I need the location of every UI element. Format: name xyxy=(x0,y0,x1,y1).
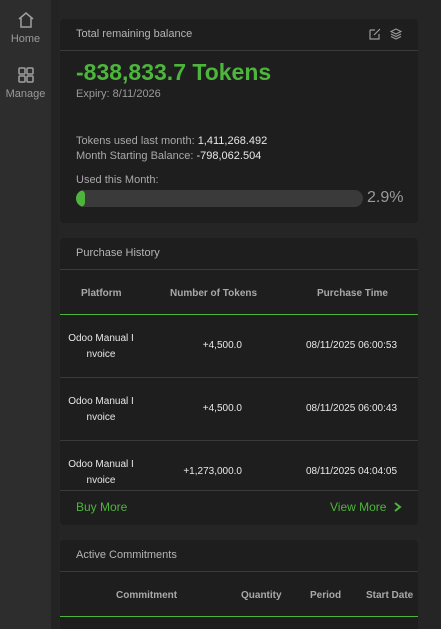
usage-progress-bar xyxy=(76,190,363,207)
starting-balance-value: -798,062.504 xyxy=(196,150,262,162)
chevron-right-icon xyxy=(394,502,402,512)
view-more-link[interactable]: View More xyxy=(330,500,402,514)
sidebar-divider xyxy=(51,0,59,629)
nav-home-label: Home xyxy=(10,33,41,45)
nav-manage-label: Manage xyxy=(5,88,46,100)
table-row[interactable]: Odoo Manual Invoice +4,500.0 08/11/2025 … xyxy=(60,315,418,378)
nav-home[interactable]: Home xyxy=(0,11,51,45)
view-more-label: View More xyxy=(330,500,387,514)
usage-progress-fill xyxy=(76,190,85,207)
used-last-month-label: Tokens used last month: xyxy=(76,135,195,147)
row-time: 08/11/2025 04:04:05 xyxy=(306,466,398,477)
purchase-history-title: Purchase History xyxy=(76,247,160,259)
sidebar: Home Manage xyxy=(0,0,51,629)
expiry-date: Expiry: 8/11/2026 xyxy=(76,88,161,100)
balance-value: -838,833.7 Tokens xyxy=(76,59,272,85)
purchase-history-footer: Buy More View More xyxy=(60,490,418,523)
month-starting-balance: Month Starting Balance: -798,062.504 xyxy=(76,150,261,162)
column-start-date: Start Date xyxy=(366,590,414,601)
row-platform: Odoo Manual Invoice xyxy=(68,396,134,423)
purchase-table-header: Platform Number of Tokens Purchase Time xyxy=(60,270,418,315)
main-content: Total remaining balance -838,833.7 Token… xyxy=(59,0,441,629)
column-purchase-time: Purchase Time xyxy=(317,288,388,299)
used-last-month: Tokens used last month: 1,411,268.492 xyxy=(76,135,267,147)
nav-manage[interactable]: Manage xyxy=(0,66,51,100)
buy-more-link[interactable]: Buy More xyxy=(76,500,127,514)
edit-icon[interactable] xyxy=(369,28,381,40)
usage-percent: 2.9% xyxy=(367,189,404,206)
home-icon xyxy=(18,12,33,28)
column-platform: Platform xyxy=(81,288,122,299)
row-time: 08/11/2025 06:00:53 xyxy=(306,340,398,351)
used-last-month-value: 1,411,268.492 xyxy=(197,135,268,147)
active-commitments-header: Active Commitments xyxy=(60,540,418,572)
row-tokens: +1,273,000.0 xyxy=(183,466,242,477)
active-commitments-title: Active Commitments xyxy=(76,549,177,561)
purchase-history-header: Purchase History xyxy=(60,238,418,270)
grid-icon xyxy=(17,67,34,83)
row-platform: Odoo Manual Invoice xyxy=(68,333,134,360)
settings-icon[interactable] xyxy=(390,28,402,40)
starting-balance-label: Month Starting Balance: xyxy=(76,150,194,162)
used-this-month-label: Used this Month: xyxy=(76,174,159,186)
column-commitment: Commitment xyxy=(116,590,178,601)
purchase-history-card: Purchase History Platform Number of Toke… xyxy=(60,238,418,525)
row-time: 08/11/2025 06:00:43 xyxy=(306,403,398,414)
column-number-of-tokens: Number of Tokens xyxy=(170,288,258,299)
balance-card-header: Total remaining balance xyxy=(60,19,418,51)
row-platform: Odoo Manual Invoice xyxy=(68,459,134,486)
column-quantity: Quantity xyxy=(241,590,282,601)
row-tokens: +4,500.0 xyxy=(202,340,242,351)
balance-card-title: Total remaining balance xyxy=(76,28,193,40)
commitments-table-header: Commitment Quantity Period Start Date xyxy=(60,572,418,617)
table-row[interactable]: Odoo Manual Invoice +1,273,000.0 08/11/2… xyxy=(60,441,418,490)
balance-card: Total remaining balance -838,833.7 Token… xyxy=(60,19,418,223)
row-tokens: +4,500.0 xyxy=(202,403,242,414)
active-commitments-card: Active Commitments Commitment Quantity P… xyxy=(60,540,418,629)
column-period: Period xyxy=(310,590,342,601)
table-row[interactable]: Odoo Manual Invoice +4,500.0 08/11/2025 … xyxy=(60,378,418,441)
